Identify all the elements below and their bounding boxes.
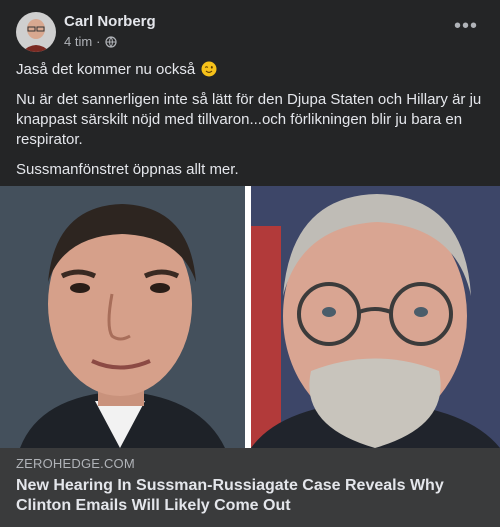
post-card: Carl Norberg 4 tim · ••• Jaså det kommer… <box>0 0 500 527</box>
author-name[interactable]: Carl Norberg <box>64 13 156 30</box>
portrait-left <box>0 186 245 448</box>
avatar[interactable] <box>16 12 56 52</box>
post-paragraph: Nu är det sannerligen inte så lätt för d… <box>16 91 482 148</box>
avatar-portrait <box>16 12 56 52</box>
portrait-right-drawing <box>251 186 500 448</box>
link-preview-image[interactable] <box>0 186 500 448</box>
link-title[interactable]: New Hearing In Sussman-Russiagate Case R… <box>16 476 484 516</box>
post-text: Jaså det kommer nu också Nu är det sanne… <box>16 60 484 190</box>
winking-face-icon <box>201 61 217 77</box>
more-options-button[interactable]: ••• <box>448 16 484 42</box>
link-preview-box[interactable]: ZEROHEDGE.COM New Hearing In Sussman-Rus… <box>0 448 500 527</box>
post-paragraph: Jaså det kommer nu också <box>16 60 484 80</box>
globe-icon <box>104 35 117 48</box>
post-meta: 4 tim · <box>64 34 117 49</box>
post-header: Carl Norberg 4 tim · ••• <box>16 12 484 52</box>
meta-separator: · <box>96 34 101 49</box>
portrait-left-drawing <box>0 186 245 448</box>
link-domain: ZEROHEDGE.COM <box>16 456 135 471</box>
post-time[interactable]: 4 tim <box>64 34 92 49</box>
post-paragraph: Sussmanfönstret öppnas allt mer. <box>16 161 239 178</box>
portrait-right <box>251 186 500 448</box>
